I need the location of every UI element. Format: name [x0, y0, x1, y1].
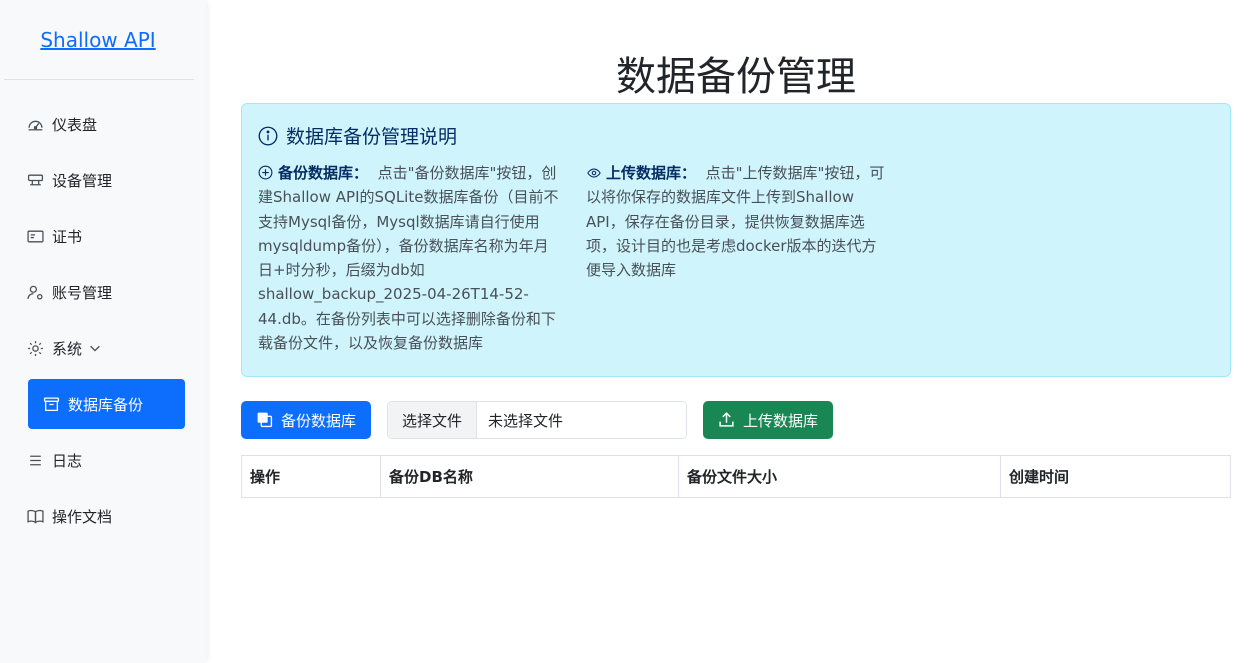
backup-table: 操作 备份DB名称 备份文件大小 创建时间 [241, 455, 1231, 498]
backup-description: 备份数据库： 点击"备份数据库"按钮，创建Shallow API的SQLite数… [258, 161, 560, 355]
brand-link[interactable]: Shallow API [0, 28, 196, 52]
backup-database-button[interactable]: 备份数据库 [241, 401, 371, 439]
book-icon [26, 507, 44, 525]
sidebar-item-devices[interactable]: 设备管理 [26, 162, 186, 198]
sidebar-item-db-backup[interactable]: 数据库备份 [28, 379, 185, 429]
alert-heading-text: 数据库备份管理说明 [286, 126, 458, 148]
card-icon [26, 227, 44, 245]
archive-icon [42, 395, 60, 413]
chevron-down-icon [88, 341, 102, 355]
plus-circle-icon [258, 163, 274, 180]
upload-icon [718, 411, 736, 429]
gear-icon [26, 339, 44, 357]
column-header-name: 备份DB名称 [380, 455, 679, 498]
sidebar-item-label: 系统 [52, 339, 83, 358]
column-header-created: 创建时间 [1000, 455, 1231, 498]
info-circle-icon [258, 126, 278, 146]
sidebar-item-system[interactable]: 系统 [26, 330, 186, 366]
eye-icon [586, 163, 602, 178]
upload-description-title: 上传数据库： [606, 164, 697, 182]
list-icon [26, 451, 44, 469]
sidebar: Shallow API 仪表盘 设备管理 证书 账号管理 系统 数据库备份 日志… [0, 0, 206, 663]
choose-file-button[interactable]: 选择文件 [388, 402, 477, 438]
copy-icon [256, 411, 274, 429]
upload-database-button[interactable]: 上传数据库 [703, 401, 833, 439]
column-header-size: 备份文件大小 [678, 455, 1001, 498]
sidebar-item-label: 日志 [52, 451, 83, 470]
upload-database-label: 上传数据库 [742, 411, 818, 430]
table-header-row: 操作 备份DB名称 备份文件大小 创建时间 [241, 455, 1231, 498]
sidebar-item-label: 设备管理 [52, 171, 113, 190]
backup-database-label: 备份数据库 [280, 411, 356, 430]
user-gear-icon [26, 283, 44, 301]
page-title: 数据备份管理 [616, 54, 856, 100]
file-input[interactable]: 选择文件 未选择文件 [387, 401, 687, 439]
file-name-text: 未选择文件 [477, 402, 686, 438]
sidebar-item-label: 仪表盘 [52, 115, 98, 134]
info-alert: 数据库备份管理说明 备份数据库： 点击"备份数据库"按钮，创建Shallow A… [241, 103, 1231, 377]
sidebar-item-dashboard[interactable]: 仪表盘 [26, 106, 186, 142]
backup-description-text: 点击"备份数据库"按钮，创建Shallow API的SQLite数据库备份（目前… [258, 164, 559, 353]
sidebar-item-logs[interactable]: 日志 [26, 442, 186, 478]
sidebar-item-label: 账号管理 [52, 283, 113, 302]
backup-description-title: 备份数据库： [278, 164, 369, 182]
sidebar-item-docs[interactable]: 操作文档 [26, 498, 186, 534]
speedometer-icon [26, 115, 44, 133]
alert-heading: 数据库备份管理说明 [258, 122, 457, 149]
sidebar-divider [4, 79, 194, 80]
sidebar-item-label: 证书 [52, 227, 83, 246]
sidebar-item-certificates[interactable]: 证书 [26, 218, 186, 254]
sidebar-item-label: 数据库备份 [68, 395, 144, 414]
sidebar-item-label: 操作文档 [52, 507, 113, 526]
device-icon [26, 171, 44, 189]
sidebar-item-accounts[interactable]: 账号管理 [26, 274, 186, 310]
column-header-actions: 操作 [241, 455, 381, 498]
upload-description: 上传数据库： 点击"上传数据库"按钮，可以将你保存的数据库文件上传到Shallo… [586, 161, 888, 282]
